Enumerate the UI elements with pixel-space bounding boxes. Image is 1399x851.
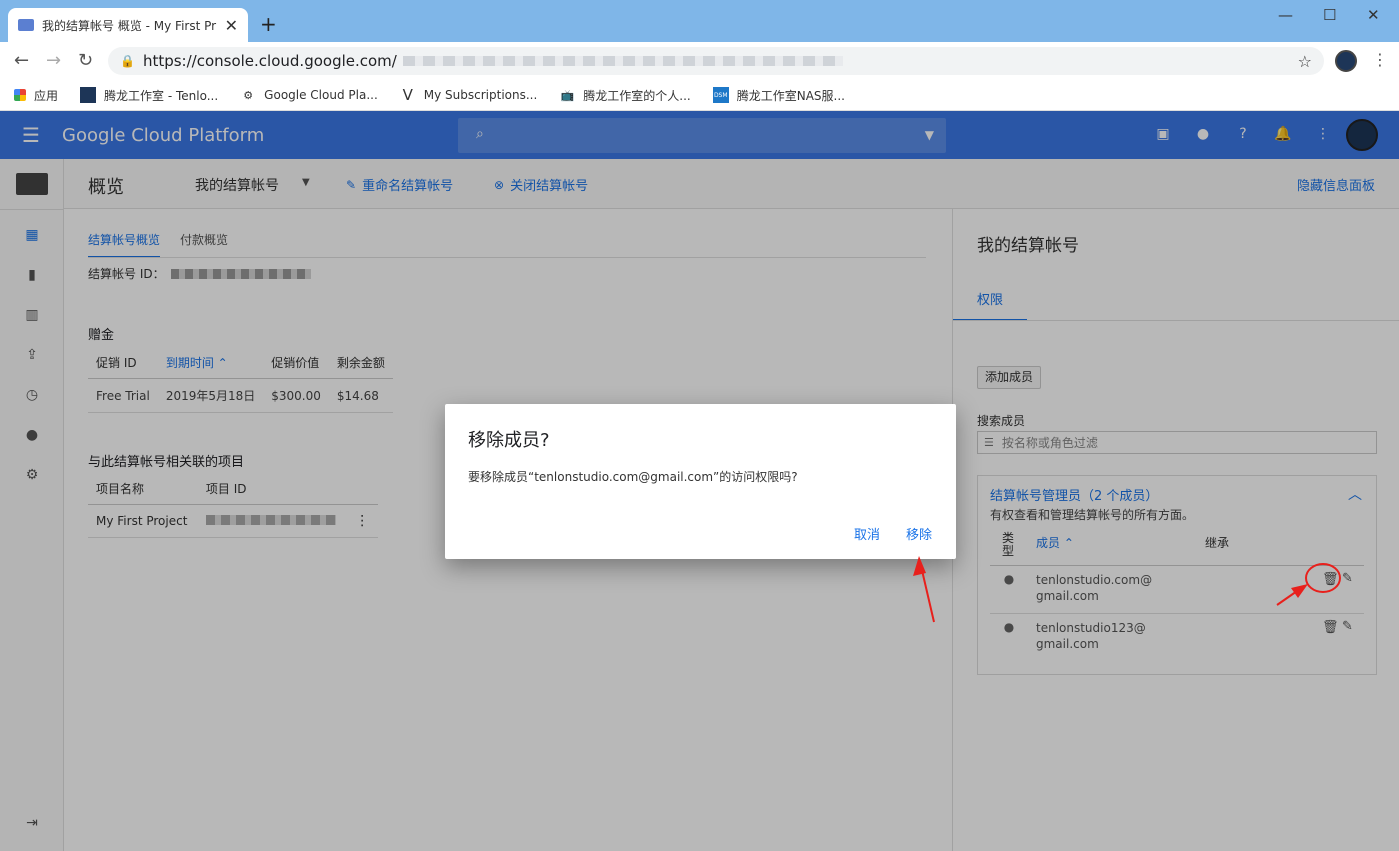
- billing-card-icon: [18, 19, 34, 31]
- v-logo-icon: V: [402, 86, 413, 104]
- dialog-title: 移除成员?: [468, 430, 550, 451]
- dsm-icon: DSM: [712, 87, 729, 103]
- bookmarks-bar: 应用 腾龙工作室 - Tenlo... ⚙ Google Cloud Pla..…: [0, 80, 1399, 111]
- close-tab-icon[interactable]: ✕: [225, 16, 238, 35]
- back-icon[interactable]: ←: [14, 50, 29, 71]
- remove-button[interactable]: 移除: [906, 524, 932, 543]
- site-logo-icon: [80, 87, 97, 103]
- browser-tabstrip: 我的结算帐号 概览 - My First Pr ✕ + — ☐ ✕: [0, 0, 1399, 42]
- new-tab-icon[interactable]: +: [260, 12, 277, 36]
- bookmark-nas[interactable]: DSM 腾龙工作室NAS服...: [712, 87, 845, 104]
- maximize-icon[interactable]: ☐: [1323, 6, 1336, 24]
- bookmark-bilibili[interactable]: 📺 腾龙工作室的个人...: [559, 87, 690, 104]
- remove-member-dialog: 移除成员? 要移除成员“tenlonstudio.com@gmail.com”的…: [445, 404, 956, 559]
- bookmark-subscriptions[interactable]: V My Subscriptions...: [400, 86, 538, 104]
- bookmark-tenlon[interactable]: 腾龙工作室 - Tenlo...: [80, 87, 218, 104]
- url-redacted: [402, 56, 843, 66]
- gear-icon: ⚙: [243, 88, 254, 102]
- browser-menu-icon[interactable]: ⋮: [1372, 50, 1388, 69]
- apps-grid-icon: [14, 89, 26, 101]
- forward-icon[interactable]: →: [46, 50, 61, 71]
- bilibili-icon: 📺: [560, 88, 575, 102]
- minimize-icon[interactable]: —: [1278, 6, 1293, 24]
- cancel-button[interactable]: 取消: [854, 524, 880, 543]
- tab-title: 我的结算帐号 概览 - My First Pr: [42, 18, 217, 33]
- lock-icon: 🔒: [120, 54, 135, 68]
- browser-tab[interactable]: 我的结算帐号 概览 - My First Pr ✕: [8, 8, 248, 42]
- bookmark-star-icon[interactable]: ☆: [1298, 52, 1312, 71]
- profile-avatar[interactable]: [1335, 50, 1357, 72]
- address-bar[interactable]: 🔒 https://console.cloud.google.com/ ☆: [108, 47, 1324, 75]
- reload-icon[interactable]: ↻: [78, 50, 93, 71]
- url-text: https://console.cloud.google.com/: [142, 52, 397, 70]
- bookmark-apps[interactable]: 应用: [14, 87, 58, 104]
- close-window-icon[interactable]: ✕: [1367, 6, 1380, 24]
- bookmark-gcp[interactable]: ⚙ Google Cloud Pla...: [240, 87, 378, 103]
- dialog-body: 要移除成员“tenlonstudio.com@gmail.com”的访问权限吗?: [468, 470, 798, 484]
- browser-toolbar: ← → ↻ 🔒 https://console.cloud.google.com…: [0, 42, 1399, 80]
